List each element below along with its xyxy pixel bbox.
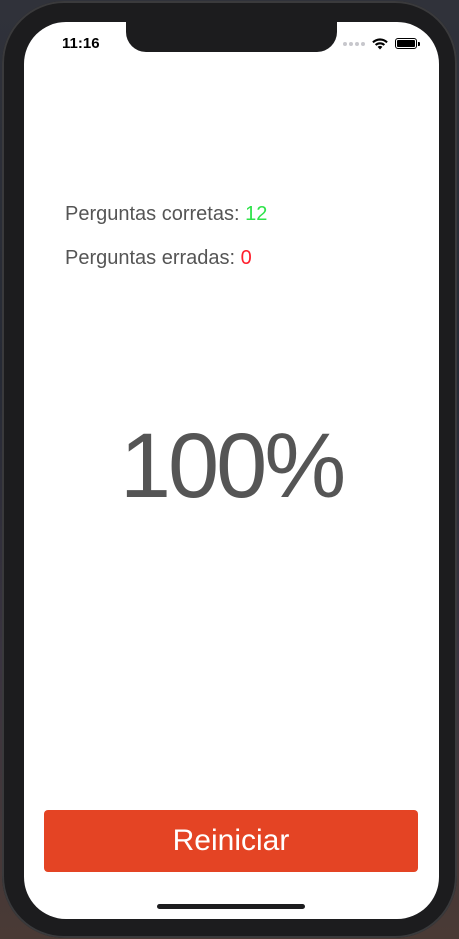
wrong-answers-row: Perguntas erradas: 0 [65, 247, 252, 270]
score-percentage: 100% [119, 415, 346, 517]
wrong-answers-value: 0 [240, 247, 252, 269]
correct-answers-label: Perguntas corretas: [65, 203, 240, 225]
device-frame: 11:16 Perguntas corretas: 12 Perguntas e… [2, 1, 457, 938]
correct-answers-row: Perguntas corretas: 12 [65, 203, 267, 226]
cellular-signal-icon [343, 41, 365, 46]
status-icons [343, 37, 420, 50]
battery-icon [395, 38, 420, 49]
device-notch [126, 22, 337, 52]
correct-answers-value: 12 [245, 203, 268, 225]
app-screen: 11:16 Perguntas corretas: 12 Perguntas e… [24, 22, 439, 919]
wifi-icon [372, 38, 388, 50]
restart-button[interactable]: Reiniciar [44, 810, 418, 872]
home-indicator[interactable] [157, 904, 305, 909]
wrong-answers-label: Perguntas erradas: [65, 247, 236, 269]
status-time: 11:16 [62, 35, 100, 52]
